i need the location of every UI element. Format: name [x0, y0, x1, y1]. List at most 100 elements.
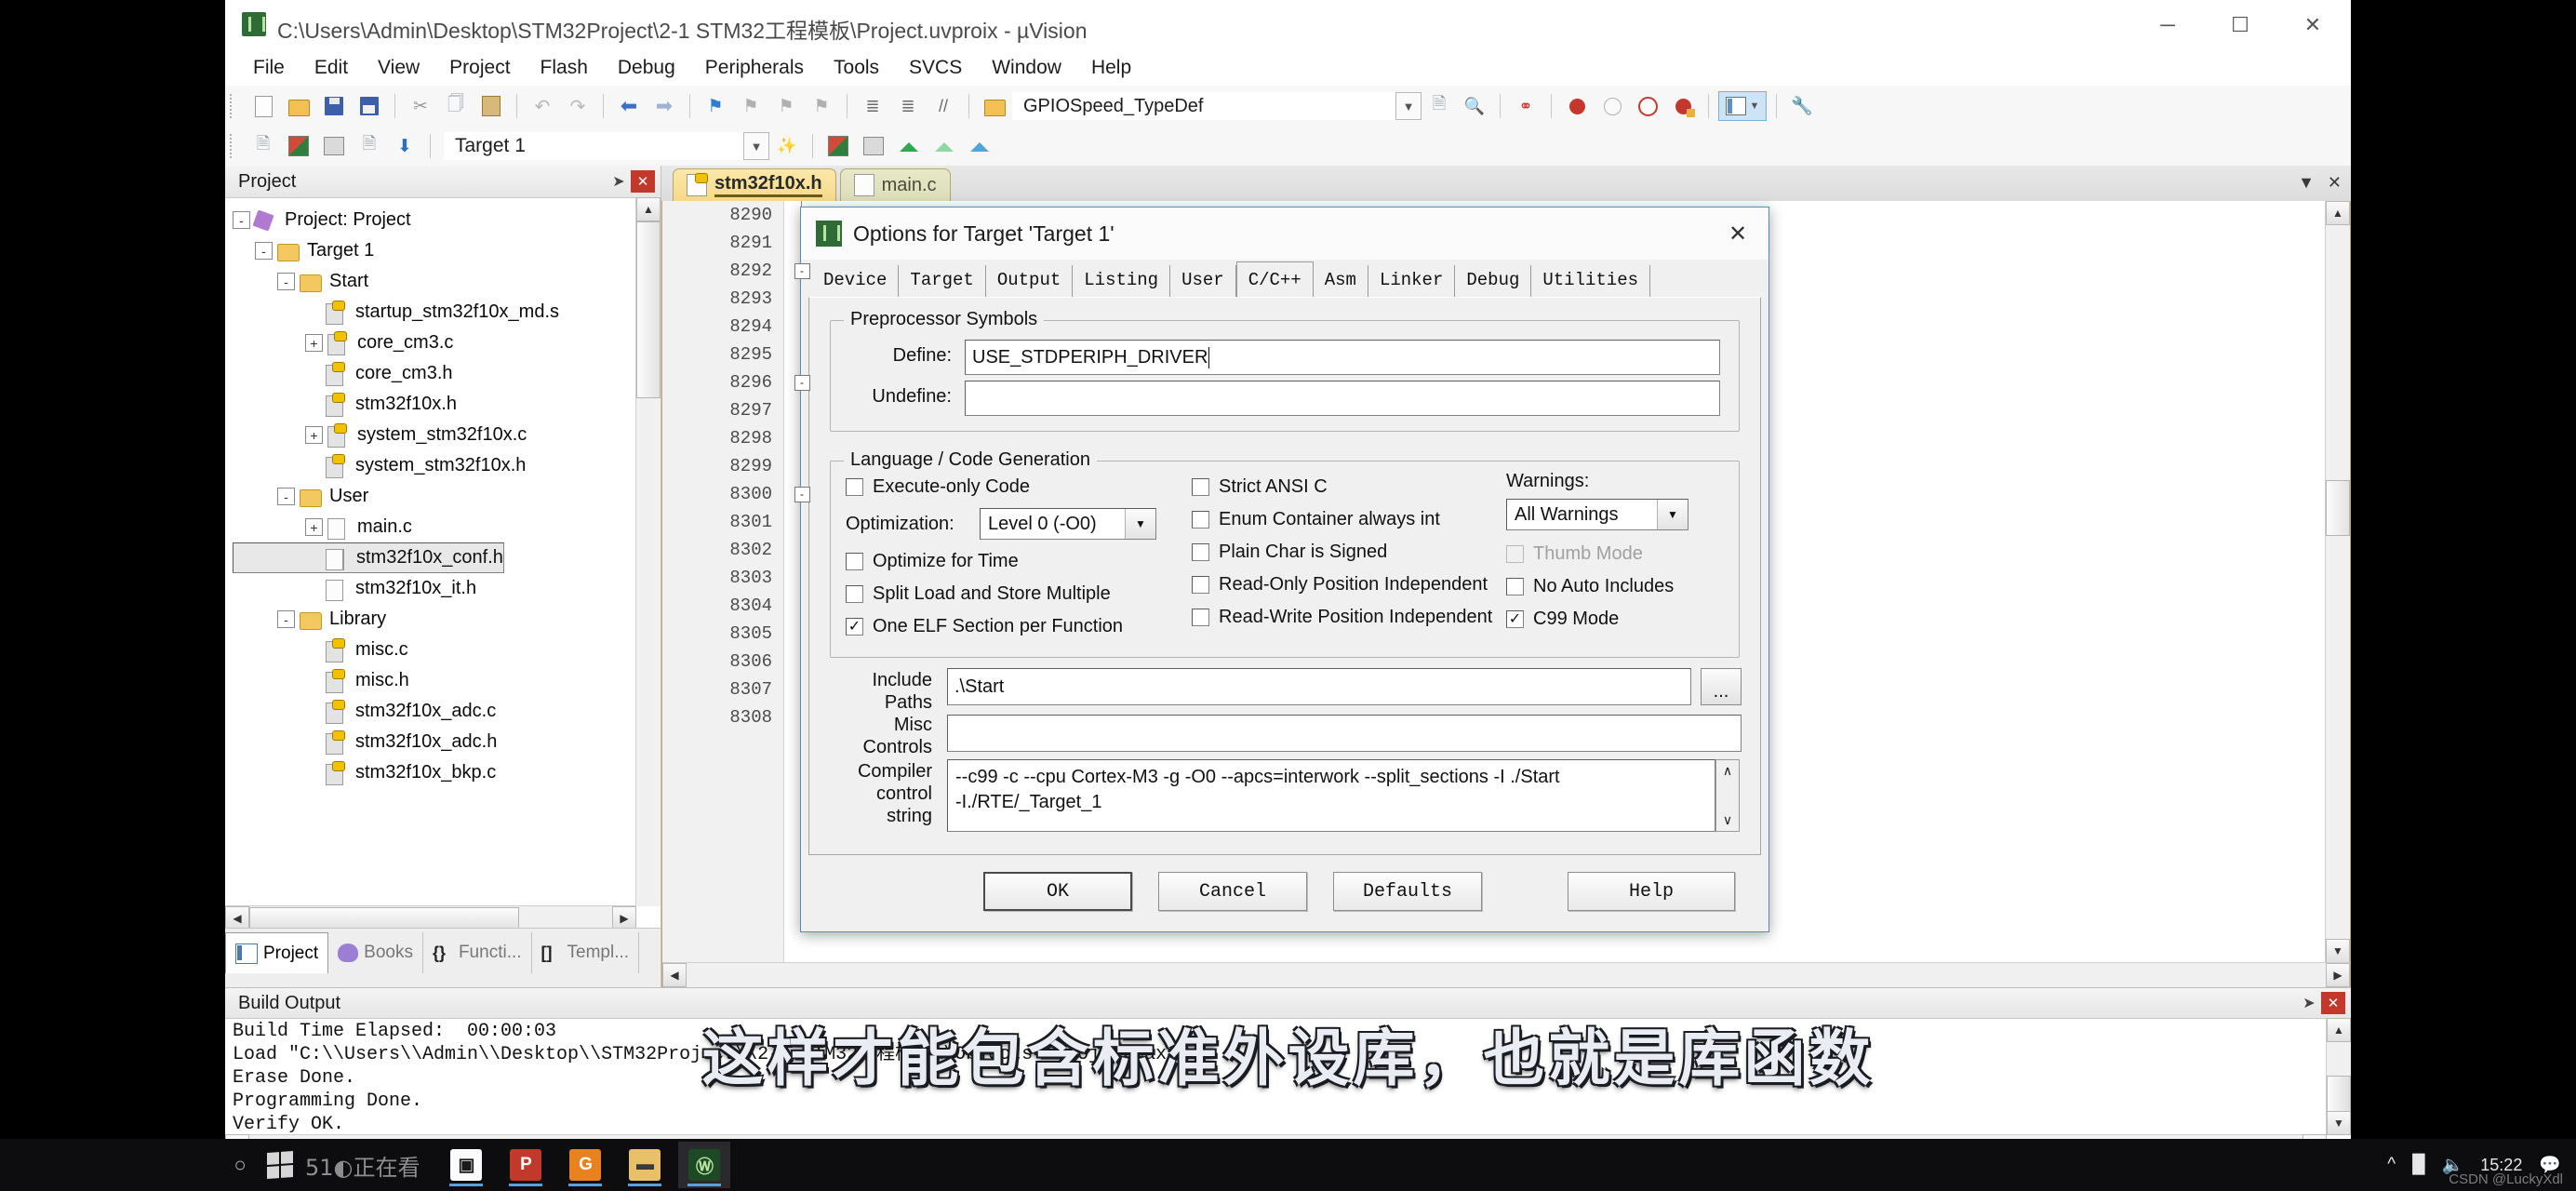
scroll-down-arrow[interactable]: ▼: [2327, 1111, 2351, 1135]
menu-item-file[interactable]: File: [238, 53, 300, 83]
prev-bookmark-button[interactable]: ⚑: [735, 91, 767, 121]
download-button[interactable]: ⬇: [389, 131, 420, 161]
translate-button[interactable]: 🗎: [247, 131, 279, 161]
disable-all-breakpoints-button[interactable]: [1632, 91, 1663, 121]
editor-tab-stm32f10x-h[interactable]: stm32f10x.h: [673, 168, 836, 201]
checkbox-c99-mode[interactable]: ✓ C99 Mode: [1506, 609, 1619, 630]
tree-item[interactable]: core_cm3.h: [233, 358, 661, 389]
menu-item-window[interactable]: Window: [977, 53, 1076, 83]
tree-item[interactable]: stm32f10x_it.h: [233, 573, 661, 604]
dialog-tab-utilities[interactable]: Utilities: [1531, 265, 1650, 297]
find-in-files-button[interactable]: [979, 91, 1010, 121]
cut-button[interactable]: ✂: [405, 91, 436, 121]
tree-item[interactable]: stm32f10x_adc.h: [233, 727, 661, 757]
checkbox-read-only-position-independent[interactable]: Read-Only Position Independent: [1192, 574, 1488, 596]
cancel-button[interactable]: Cancel: [1158, 872, 1307, 911]
taskbar-search-text[interactable]: 51◐正在看: [301, 1149, 420, 1182]
insert-breakpoint-button[interactable]: [1561, 91, 1593, 121]
pin-icon[interactable]: ➤: [2297, 991, 2321, 1015]
scroll-down-arrow[interactable]: ∨: [1723, 812, 1732, 828]
scroll-up-arrow[interactable]: ∧: [1723, 763, 1732, 779]
maximize-button[interactable]: ☐: [2204, 0, 2276, 50]
compiler-control-string-textarea[interactable]: --c99 -c --cpu Cortex-M3 -g -O0 --apcs=i…: [947, 759, 1715, 832]
tree-item[interactable]: stm32f10x_conf.h: [233, 542, 504, 573]
checkbox-enum-container-always-int[interactable]: Enum Container always int: [1192, 509, 1440, 530]
project-window-toggle-button[interactable]: ▼: [1718, 91, 1767, 121]
expand-toggle-icon[interactable]: +: [305, 426, 323, 444]
next-bookmark-button[interactable]: ⚑: [770, 91, 802, 121]
compiler-control-string-scrollbar[interactable]: ∧ ∨: [1715, 759, 1740, 832]
checkbox-split-load-and-store-multiple[interactable]: Split Load and Store Multiple: [846, 583, 1111, 605]
menu-item-tools[interactable]: Tools: [819, 53, 894, 83]
menu-item-svcs[interactable]: SVCS: [894, 53, 977, 83]
chevron-down-icon[interactable]: ▼: [743, 132, 769, 160]
optimization-select[interactable]: Level 0 (-O0) ▼: [980, 508, 1156, 540]
scroll-thumb[interactable]: [249, 907, 519, 930]
dialog-tab-asm[interactable]: Asm: [1313, 265, 1368, 297]
build-toolbar-grip[interactable]: [230, 134, 241, 158]
menu-item-view[interactable]: View: [363, 53, 434, 83]
collapse-fold-icon[interactable]: -: [794, 374, 810, 391]
scroll-thumb[interactable]: [2326, 480, 2350, 536]
indent-right-button[interactable]: ≣: [857, 91, 888, 121]
collapse-toggle-icon[interactable]: -: [233, 211, 250, 229]
batch-build-button[interactable]: 🗎: [354, 131, 385, 161]
menu-item-project[interactable]: Project: [434, 53, 525, 83]
scroll-thumb[interactable]: [636, 221, 661, 398]
symbol-combo[interactable]: GPIOSpeed_TypeDef ▼: [1012, 92, 1421, 120]
tree-item[interactable]: startup_stm32f10x_md.s: [233, 297, 661, 328]
options-for-target-dialog[interactable]: Options for Target 'Target 1' ✕ Device Ta…: [800, 207, 1769, 932]
tree-item[interactable]: stm32f10x_bkp.c: [233, 757, 661, 788]
target-combo[interactable]: Target 1 ▼: [444, 132, 769, 160]
menu-item-peripherals[interactable]: Peripherals: [690, 53, 819, 83]
debug-start-button[interactable]: ⚭: [1510, 91, 1542, 121]
undefine-input[interactable]: [965, 381, 1720, 416]
paste-button[interactable]: [475, 91, 507, 121]
scroll-down-arrow[interactable]: ▼: [2326, 939, 2350, 963]
scroll-up-arrow[interactable]: ▲: [2326, 201, 2350, 225]
dialog-close-button[interactable]: ✕: [1716, 215, 1759, 252]
checkbox-one-elf-section-per-function[interactable]: ✓ One ELF Section per Function: [846, 616, 1123, 637]
help-button[interactable]: Help: [1568, 872, 1735, 911]
editor-close-tab-icon[interactable]: ✕: [2328, 173, 2342, 193]
pin-icon[interactable]: ➤: [607, 169, 631, 194]
manage-project-items-button[interactable]: ✨: [771, 131, 803, 161]
tray-chevron-icon[interactable]: ^: [2387, 1155, 2396, 1175]
collapse-toggle-icon[interactable]: -: [277, 273, 295, 290]
checkbox-optimize-for-time[interactable]: Optimize for Time: [846, 551, 1019, 572]
chevron-down-icon[interactable]: ▼: [1125, 509, 1155, 539]
dialog-tab-c-c-[interactable]: C/C++: [1235, 261, 1314, 298]
collapse-fold-icon[interactable]: -: [794, 486, 810, 502]
tree-item[interactable]: stm32f10x_adc.c: [233, 696, 661, 727]
editor-horizontal-scrollbar[interactable]: ◀ ▶: [662, 962, 2350, 987]
clear-bookmarks-button[interactable]: ⚑: [806, 91, 837, 121]
kill-all-breakpoints-button[interactable]: [1667, 91, 1699, 121]
tree-item[interactable]: + system_stm32f10x.c: [233, 420, 661, 450]
minimize-button[interactable]: ─: [2131, 0, 2204, 50]
expand-toggle-icon[interactable]: +: [305, 518, 323, 536]
panel-tab-books[interactable]: Books: [328, 932, 423, 973]
close-icon[interactable]: ✕: [2321, 992, 2345, 1014]
dialog-tab-device[interactable]: Device: [812, 265, 900, 297]
scroll-right-arrow[interactable]: ▶: [2326, 963, 2350, 987]
editor-tab-main-c[interactable]: main.c: [839, 168, 951, 201]
tree-item[interactable]: - Target 1: [233, 235, 661, 266]
tree-item[interactable]: - User: [233, 481, 661, 512]
navigate-back-button[interactable]: ⬅: [613, 91, 645, 121]
save-button[interactable]: [318, 91, 350, 121]
checkbox-execute-only-code[interactable]: Execute-only Code: [846, 476, 1030, 498]
toolbar-grip[interactable]: [230, 94, 241, 118]
manage-packs-button[interactable]: [964, 131, 995, 161]
scroll-left-arrow[interactable]: ◀: [662, 963, 687, 987]
build-output-vertical-scrollbar[interactable]: ▲ ▼: [2326, 1018, 2351, 1135]
project-tree[interactable]: - Project: Project - Target 1- Start startup_…: [225, 197, 661, 932]
tree-item[interactable]: misc.c: [233, 635, 661, 665]
collapse-toggle-icon[interactable]: -: [255, 242, 273, 260]
dialog-tab-output[interactable]: Output: [985, 265, 1074, 297]
dialog-tab-listing[interactable]: Listing: [1073, 265, 1171, 297]
options-for-target-button[interactable]: [822, 131, 854, 161]
define-input[interactable]: USE_STDPERIPH_DRIVER: [965, 340, 1720, 375]
recorder-app[interactable]: G: [559, 1142, 611, 1188]
browse-symbols-button[interactable]: 🗎: [1423, 91, 1455, 121]
collapse-fold-icon[interactable]: -: [794, 262, 810, 279]
